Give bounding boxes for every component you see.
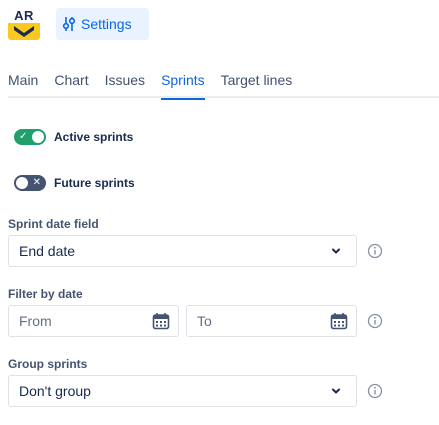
future-sprints-toggle[interactable]: ✕ (14, 175, 46, 191)
tab-main[interactable]: Main (8, 68, 38, 98)
sprint-date-field-value: End date (19, 243, 76, 259)
sprint-date-field-select[interactable]: End date (8, 235, 357, 267)
chevron-down-icon (332, 388, 340, 394)
chevron-down-icon (332, 248, 340, 254)
settings-button[interactable]: Settings (56, 8, 149, 40)
settings-button-label: Settings (81, 16, 132, 32)
date-to-placeholder: To (197, 313, 212, 329)
group-sprints-value: Don't group (19, 383, 91, 399)
future-sprints-row: ✕ Future sprints (14, 175, 135, 191)
tab-issues[interactable]: Issues (105, 68, 145, 98)
group-sprints-info-icon[interactable] (367, 383, 383, 399)
tab-chart[interactable]: Chart (54, 68, 88, 98)
calendar-icon[interactable] (152, 312, 170, 330)
app-logo: AR (8, 8, 40, 40)
tab-target-lines[interactable]: Target lines (221, 68, 293, 98)
sprint-date-info-icon[interactable] (367, 243, 383, 259)
cross-icon: ✕ (32, 177, 41, 188)
calendar-icon[interactable] (330, 312, 348, 330)
date-from-placeholder: From (19, 313, 52, 329)
sprint-date-field-label: Sprint date field (8, 217, 99, 231)
active-sprints-label: Active sprints (54, 130, 134, 144)
active-sprints-row: ✓ Active sprints (14, 129, 133, 145)
toggle-knob (16, 177, 28, 189)
group-sprints-label: Group sprints (8, 357, 88, 371)
logo-chevron-icon (14, 26, 34, 37)
tab-sprints[interactable]: Sprints (161, 68, 205, 100)
date-from-input[interactable]: From (8, 305, 179, 337)
settings-panel: AR Settings Main Chart Issues Sprints Ta… (0, 0, 439, 425)
check-icon: ✓ (19, 131, 28, 142)
logo-text: AR (8, 8, 40, 23)
filter-date-info-icon[interactable] (367, 313, 383, 329)
toggle-knob (32, 131, 44, 143)
filter-by-date-label: Filter by date (8, 287, 83, 301)
future-sprints-label: Future sprints (54, 176, 135, 190)
group-sprints-select[interactable]: Don't group (8, 375, 357, 407)
date-to-input[interactable]: To (186, 305, 357, 337)
sliders-icon (62, 17, 76, 31)
tab-bar: Main Chart Issues Sprints Target lines (8, 68, 439, 100)
active-sprints-toggle[interactable]: ✓ (14, 129, 46, 145)
